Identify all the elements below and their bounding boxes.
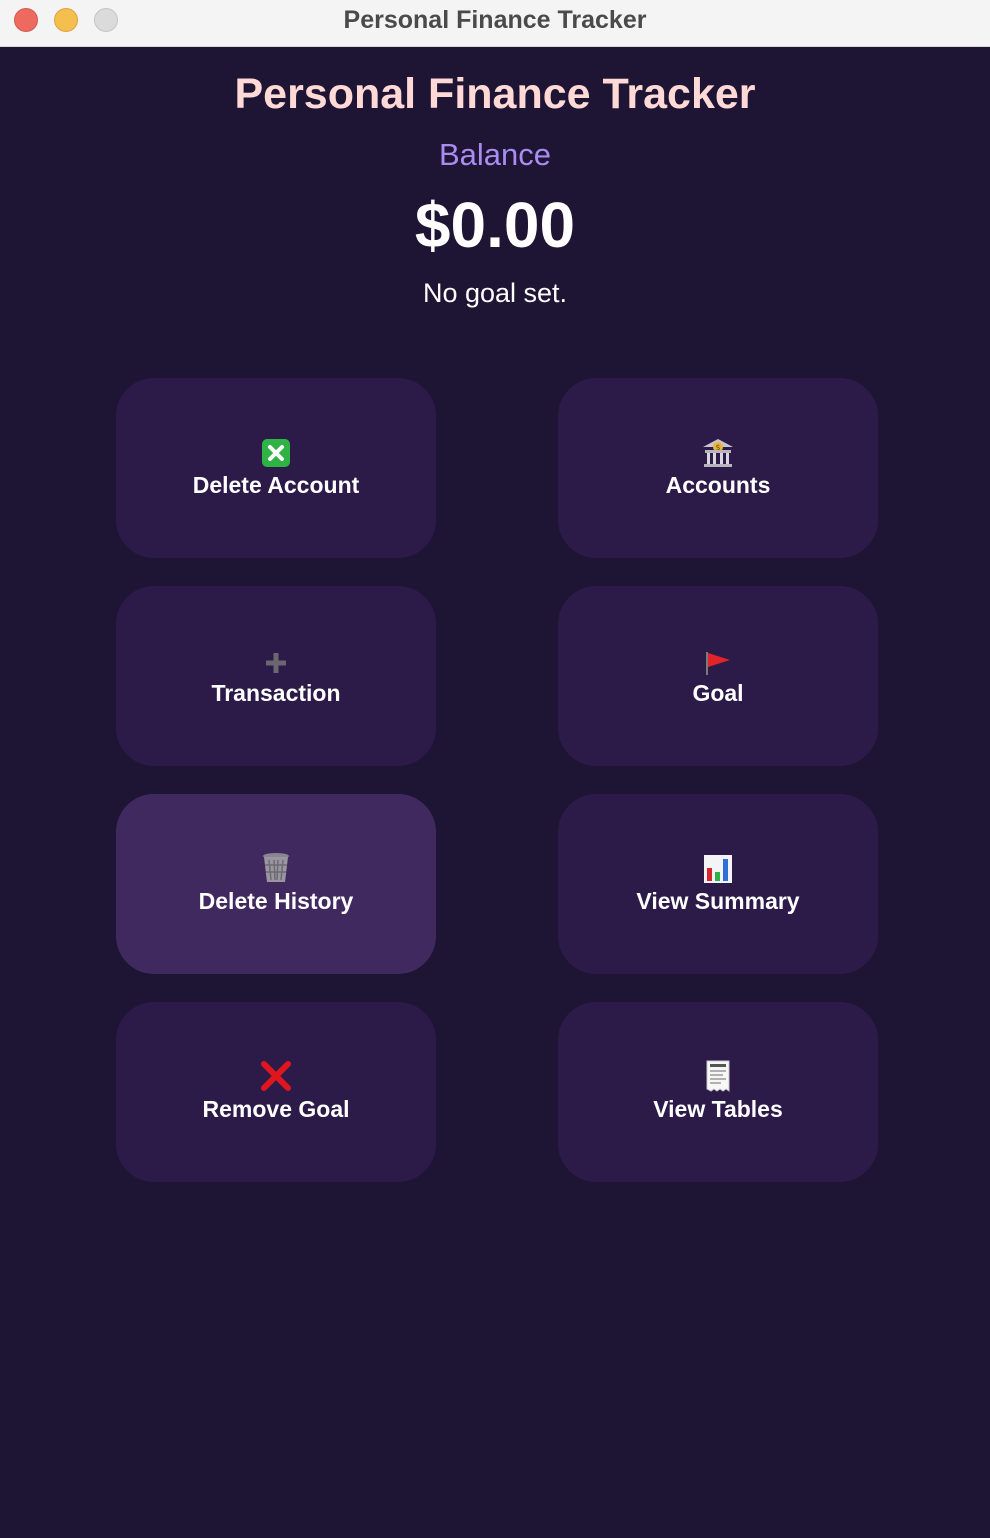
delete-account-button[interactable]: Delete Account: [116, 378, 436, 558]
window-title: Personal Finance Tracker: [343, 6, 647, 34]
wastebasket-icon: [261, 852, 291, 884]
view-tables-label: View Tables: [653, 1096, 783, 1122]
delete-account-label: Delete Account: [192, 472, 360, 498]
view-summary-button[interactable]: View Summary: [558, 794, 878, 974]
receipt-icon: [705, 1060, 731, 1092]
flag-icon: [703, 644, 733, 676]
bank-icon: $: [702, 436, 734, 468]
goal-label: Goal: [692, 680, 744, 706]
view-summary-label: View Summary: [636, 888, 800, 914]
delete-history-button[interactable]: Delete History: [116, 794, 436, 974]
app-window: Personal Finance Tracker Personal Financ…: [0, 0, 990, 1538]
goal-button[interactable]: Goal: [558, 586, 878, 766]
plus-icon: [263, 644, 289, 676]
transaction-button[interactable]: Transaction: [116, 586, 436, 766]
balance-label: Balance: [438, 137, 552, 172]
remove-goal-button[interactable]: Remove Goal: [116, 1002, 436, 1182]
accounts-label: Accounts: [665, 472, 771, 498]
bar-chart-icon: [703, 852, 733, 884]
window-titlebar[interactable]: Personal Finance Tracker: [0, 0, 990, 47]
red-cross-icon: [260, 1060, 292, 1092]
page-title: Personal Finance Tracker: [234, 70, 756, 118]
transaction-label: Transaction: [211, 680, 341, 706]
view-tables-button[interactable]: View Tables: [558, 1002, 878, 1182]
remove-goal-label: Remove Goal: [202, 1096, 350, 1122]
balance-value: $0.00: [414, 189, 576, 261]
delete-history-label: Delete History: [198, 888, 354, 914]
accounts-button[interactable]: $ Accounts: [558, 378, 878, 558]
cross-mark-button-icon: [261, 436, 291, 468]
goal-status: No goal set.: [422, 278, 568, 308]
